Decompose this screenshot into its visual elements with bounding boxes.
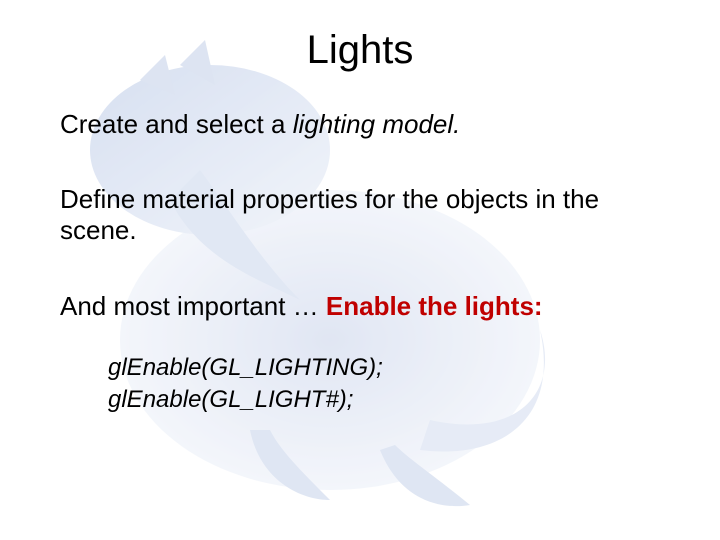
paragraph-enable-lights: And most important … Enable the lights: (60, 291, 660, 322)
paragraph-material-properties: Define material properties for the objec… (60, 184, 660, 246)
slide-title: Lights (60, 28, 660, 73)
code-block: glEnable(GL_LIGHTING); glEnable(GL_LIGHT… (108, 352, 660, 417)
text-run: Create and select a (60, 109, 293, 139)
paragraph-lighting-model: Create and select a lighting model. (60, 109, 660, 140)
slide: Lights Create and select a lighting mode… (0, 0, 720, 540)
code-line: glEnable(GL_LIGHTING); (108, 352, 660, 384)
slide-content: Lights Create and select a lighting mode… (0, 0, 720, 417)
text-run-emphasis: Enable the lights: (326, 291, 543, 321)
text-run-italic: lighting model. (293, 109, 461, 139)
text-run: And most important … (60, 291, 326, 321)
code-line: glEnable(GL_LIGHT#); (108, 384, 660, 416)
